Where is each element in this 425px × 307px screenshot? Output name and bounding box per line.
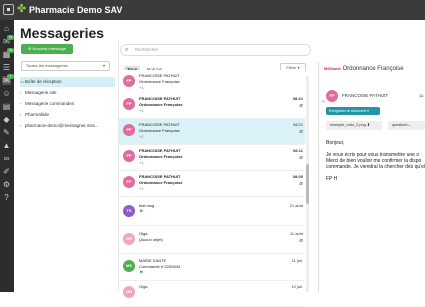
paperclip-icon: ⌀ [299, 155, 303, 161]
app-title: Pharmacie Demo SAV [29, 5, 123, 15]
message-date: 08:11 [292, 148, 303, 153]
recipient-count: +1 [139, 108, 144, 113]
sender-name: FRANCOISE PATHUIT [342, 93, 389, 98]
message-row[interactable]: OR Olga (Aucun objet) 11 août ⌀ [119, 228, 305, 254]
message-row[interactable]: FP FRANCOISE PATHUIT Ordonnance Françoise +… [119, 145, 305, 171]
avatar: OR [123, 286, 135, 298]
message-row[interactable]: MS MARIE SANTE Commande n°2230834 11 juil. ⚑ [119, 255, 305, 281]
message-subject: Ordonnance Françoise [139, 154, 183, 159]
new-message-button[interactable]: ⊕ Nouveau message [21, 44, 73, 54]
avatar: FP [123, 75, 135, 87]
left-nav: ⌂ ✉ 31 ▦ 42 ☰ ✉ 2 ☺ ▤ ◆ ✎ ▲ ∞ ✐ ⚙ ? [0, 20, 14, 292]
attachment-chip[interactable]: questionn... [388, 121, 425, 130]
users-icon[interactable]: ☺ [2, 89, 11, 98]
message-list-scrollbar[interactable] [306, 76, 309, 292]
body-signature: FP H [326, 176, 338, 182]
message-body: Bonjour, Je vous écris pour vous transme… [326, 140, 425, 182]
message-date: 21 août [289, 203, 303, 208]
stats-icon[interactable]: ▤ [2, 102, 11, 111]
top-bar: ✤ Pharmacie Demo SAV [0, 0, 425, 20]
edit-icon[interactable]: ✎ [2, 128, 11, 137]
tree-item-pharmafaile[interactable]: › Pharmafaile [20, 110, 115, 120]
message-subject: Ordonnance Françoise [139, 128, 180, 133]
message-row[interactable]: TS test msg 21 août ⚑ [119, 200, 305, 226]
message-row[interactable]: FP FRANCOISE PATHUIT Ordonnance Françoise +… [119, 119, 305, 145]
message-row[interactable]: OR Olga 10 juil. [119, 281, 305, 307]
body-greeting: Bonjour, [326, 140, 345, 146]
message-subject: Ordonnance Françoise [139, 180, 183, 185]
message-date: 08:21 [292, 96, 303, 101]
sender-avatar: FP [326, 90, 338, 102]
avatar: FP [123, 176, 135, 188]
tree-item-label: Pharmafaile [25, 112, 50, 117]
mail-badge: 31 [7, 35, 14, 40]
paperclip-icon: ⌀ [299, 181, 303, 187]
message-subject: Commande n°2230834 [139, 264, 181, 269]
help-icon[interactable]: ? [2, 193, 11, 202]
recipient-count: +1 [139, 134, 144, 139]
link-icon[interactable]: ∞ [2, 154, 11, 163]
search-icon: ⌕ [125, 47, 129, 53]
message-date: 11 août [289, 231, 303, 236]
tree-item-site[interactable]: › Messagerie site [20, 88, 115, 98]
avatar: OR [123, 233, 135, 245]
reader-subject: Ordonnance Françoise [342, 66, 404, 72]
flag-icon: ⚑ [139, 209, 144, 215]
message-date: 08:00 [292, 174, 303, 179]
flag-icon: ⚑ [139, 270, 144, 276]
home-icon[interactable]: ⌂ [2, 24, 11, 33]
save-document-button[interactable]: Enregistrer le document ▾ [326, 107, 380, 115]
body-line: commande. Je viendrai la chercher dès qu… [326, 164, 425, 170]
avatar: TS [123, 205, 135, 217]
message-date: 11 juil. [291, 258, 303, 263]
avatar: FP [123, 98, 135, 110]
mss-logo: MSSanté [324, 66, 341, 71]
message-row[interactable]: FP FRANCOISE PATHUIT Ordonnance Françoise +… [119, 93, 305, 119]
message-subject: Ordonnance Françoise [139, 102, 183, 107]
tree-item-label: Messagerie site [25, 90, 57, 95]
message-row[interactable]: FP FRANCOISE PATHUIT Ordonnance Françoise +… [119, 171, 305, 197]
message-date: 10 juil. [291, 284, 303, 289]
attachment-chip[interactable]: exemple_ordo_2.png ⬇ [326, 121, 382, 130]
recipient-count: +1 [139, 186, 144, 191]
message-date: 08:21 [292, 122, 303, 127]
sender-name: Olga [139, 284, 148, 289]
recipient-count: +1 [139, 85, 144, 90]
chat-icon[interactable]: ☰ [2, 63, 11, 72]
pharmacy-logo-icon: ✤ [17, 3, 27, 15]
tree-item-orders[interactable]: › Messagerie commandes [20, 99, 115, 109]
chevron-down-icon: ▾ [102, 63, 105, 68]
settings-icon[interactable]: ⚙ [2, 180, 11, 189]
search-placeholder: Rechercher [135, 47, 159, 52]
mailbox-filter-value: Toutes les messageries [26, 63, 68, 68]
tree-item-label: pharmacie-demo@messagner.mss... [25, 123, 99, 128]
avatar: FP [123, 150, 135, 162]
search-input[interactable]: ⌕ Rechercher [120, 44, 311, 56]
message-time: 11: [419, 93, 425, 98]
paperclip-icon: ⌀ [299, 238, 303, 244]
avatar: FP [123, 124, 135, 136]
paperclip-icon: ⌀ [299, 103, 303, 109]
scrollbar-thumb[interactable] [306, 164, 309, 204]
message-subject: Ordonnance Françoise [139, 79, 180, 84]
collapse-icon[interactable]: « [322, 99, 325, 105]
pen-icon[interactable]: ✐ [2, 167, 11, 176]
menu-icon[interactable] [3, 4, 14, 15]
tree-item-label: Boîte de réception [25, 79, 62, 84]
tree-item-label: Messagerie commandes [25, 101, 75, 106]
reader-title: MSSanté Ordonnance Françoise [324, 66, 404, 72]
cart-icon[interactable]: ▲ [2, 141, 11, 150]
page-title: Messageries [20, 25, 105, 41]
mailbox-filter-select[interactable]: Toutes les messageries ▾ [21, 61, 110, 71]
tree-item-inbox[interactable]: ▭Boîte de réception [20, 77, 115, 87]
recipient-count: +1 [139, 160, 144, 165]
messaging-badge: 2 [7, 74, 14, 79]
tree-item-mss[interactable]: › pharmacie-demo@messagner.mss... [20, 121, 115, 131]
avatar: MS [123, 260, 135, 272]
calendar-badge: 42 [7, 48, 14, 53]
tag-icon[interactable]: ◆ [2, 115, 11, 124]
message-subject: (Aucun objet) [139, 237, 163, 242]
paperclip-icon: ⌀ [299, 129, 303, 135]
